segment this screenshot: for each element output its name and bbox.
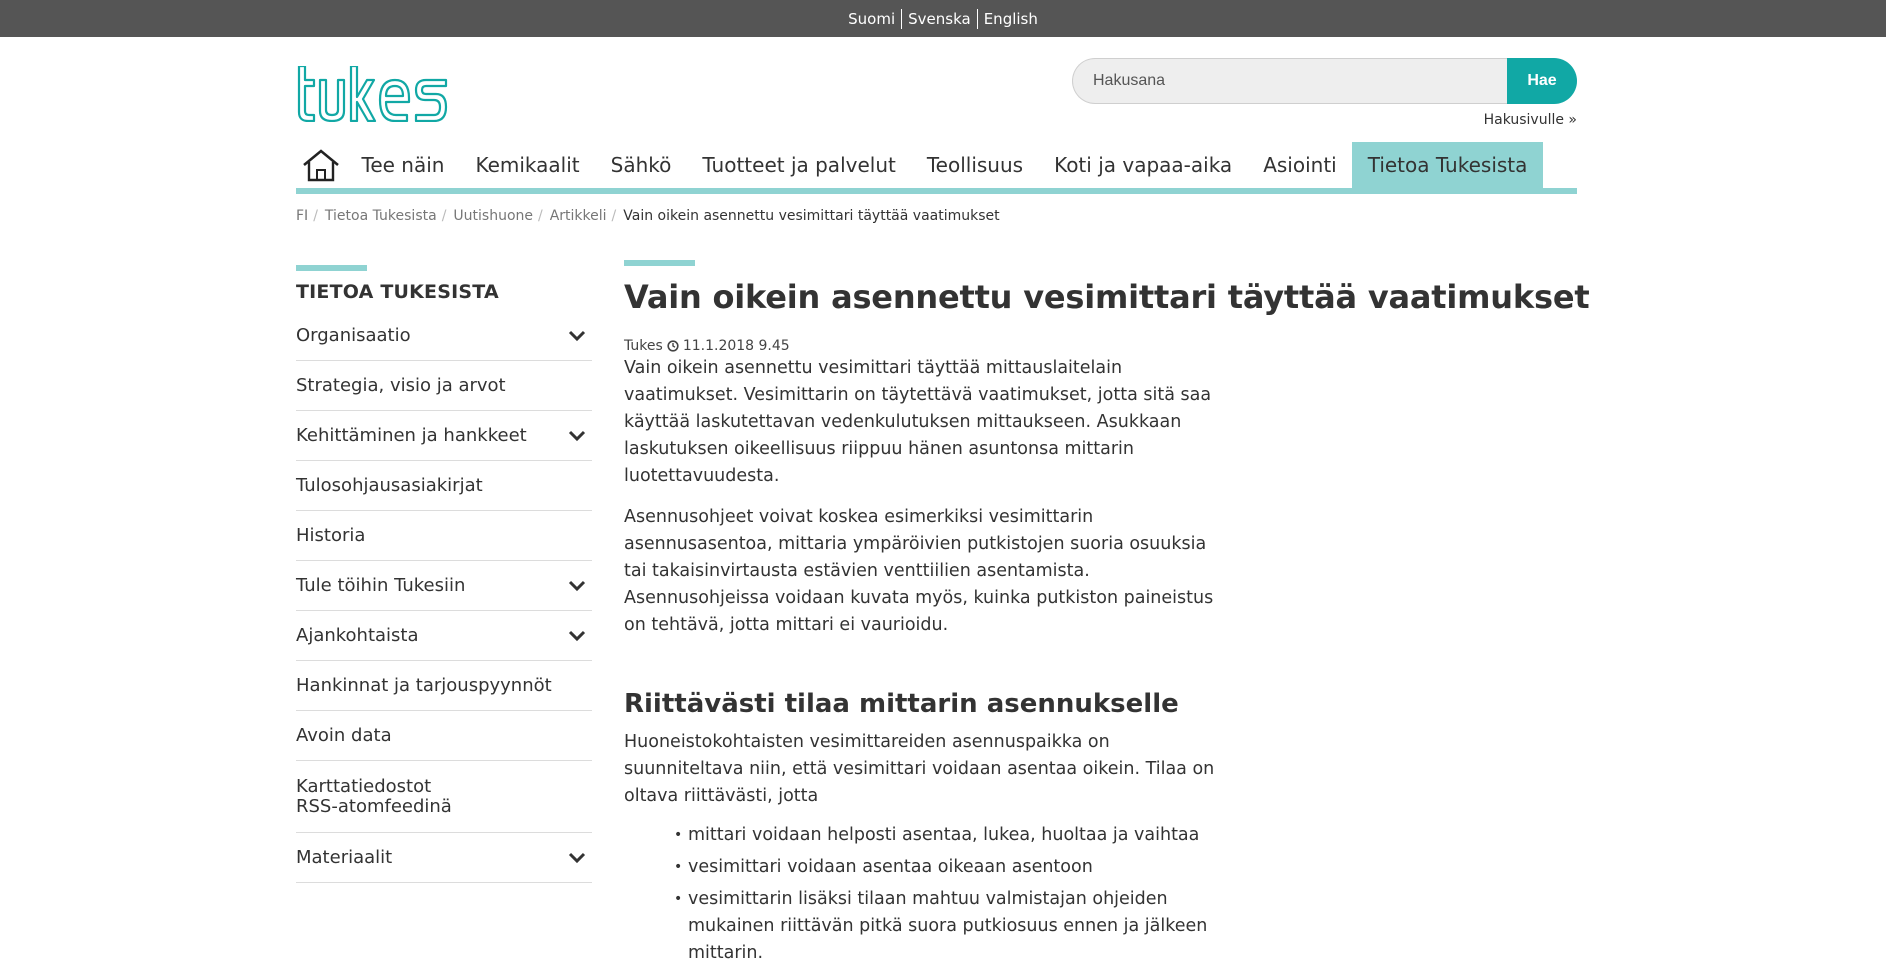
sidebar-item-tule-toihin[interactable]: Tule töihin Tukesiin <box>296 561 592 611</box>
lang-link-english[interactable]: English <box>976 8 1044 29</box>
search-page-link[interactable]: Hakusivulle » <box>1484 112 1577 128</box>
nav-item-teollisuus[interactable]: Teollisuus <box>911 142 1038 188</box>
breadcrumb-item[interactable]: Artikkeli <box>550 208 607 224</box>
nav-item-kemikaalit[interactable]: Kemikaalit <box>460 142 595 188</box>
list-item: vesimittarin lisäksi tilaan mahtuu valmi… <box>674 886 1234 967</box>
nav-home-button[interactable] <box>296 142 346 188</box>
article-author: Tukes <box>624 338 663 354</box>
nav-item-tee-nain[interactable]: Tee näin <box>346 142 460 188</box>
article-subheading: Riittävästi tilaa mittarin asennukselle <box>624 689 1179 719</box>
sidebar-title: TIETOA TUKESISTA <box>296 281 499 303</box>
article: Vain oikein asennettu vesimittari täyttä… <box>624 260 1590 972</box>
breadcrumb-item[interactable]: FI <box>296 208 308 224</box>
breadcrumb-item[interactable]: Uutishuone <box>453 208 533 224</box>
tukes-logo[interactable] <box>296 66 448 122</box>
search-input[interactable] <box>1072 58 1507 104</box>
sidebar-item-kehittaminen[interactable]: Kehittäminen ja hankkeet <box>296 411 592 461</box>
search-button[interactable]: Hae <box>1507 58 1577 104</box>
chevron-down-icon[interactable] <box>562 330 592 342</box>
list-item: mittari voidaan helposti asentaa, lukea,… <box>674 822 1234 849</box>
sidebar-item-label: Tulosohjausasiakirjat <box>296 475 483 496</box>
sidebar: TIETOA TUKESISTA Organisaatio Strategia,… <box>296 265 592 883</box>
breadcrumb-separator: / <box>538 208 543 224</box>
sidebar-item-label: Karttatiedostot RSS-atomfeedinä <box>296 775 452 817</box>
sidebar-item-tulosohjausasiakirjat[interactable]: Tulosohjausasiakirjat <box>296 461 592 511</box>
breadcrumb-current: Vain oikein asennettu vesimittari täyttä… <box>623 208 1000 224</box>
article-paragraph: Huoneistokohtaisten vesimittareiden asen… <box>624 732 1215 806</box>
nav-item-tuotteet-ja-palvelut[interactable]: Tuotteet ja palvelut <box>687 142 911 188</box>
chevron-down-icon[interactable] <box>562 580 592 592</box>
language-bar: Suomi Svenska English <box>0 0 1886 37</box>
main-navigation: Tee näin Kemikaalit Sähkö Tuotteet ja pa… <box>296 142 1577 194</box>
lang-link-suomi[interactable]: Suomi <box>842 9 901 29</box>
sidebar-item-label: Strategia, visio ja arvot <box>296 375 506 396</box>
breadcrumb-item[interactable]: Tietoa Tukesista <box>325 208 437 224</box>
clock-icon <box>667 340 679 352</box>
article-title: Vain oikein asennettu vesimittari täyttä… <box>624 278 1590 316</box>
lang-link-svenska[interactable]: Svenska <box>901 8 977 29</box>
breadcrumb-separator: / <box>611 208 617 224</box>
breadcrumb-separator: / <box>313 208 318 224</box>
sidebar-item-label: Avoin data <box>296 725 392 746</box>
chevron-down-icon[interactable] <box>562 630 592 642</box>
sidebar-item-avoin-data[interactable]: Avoin data <box>296 711 592 761</box>
list-item: vesimittari voidaan asentaa oikeaan asen… <box>674 854 1234 881</box>
search-form: Hae <box>1072 58 1577 104</box>
article-bullet-list: mittari voidaan helposti asentaa, lukea,… <box>624 822 1234 967</box>
sidebar-item-label: Hankinnat ja tarjouspyynnöt <box>296 675 552 696</box>
sidebar-item-karttatiedostot[interactable]: Karttatiedostot RSS-atomfeedinä <box>296 761 592 833</box>
nav-item-asiointi[interactable]: Asiointi <box>1248 142 1353 188</box>
chevron-down-icon[interactable] <box>562 852 592 864</box>
sidebar-item-materiaalit[interactable]: Materiaalit <box>296 833 592 883</box>
sidebar-item-organisaatio[interactable]: Organisaatio <box>296 311 592 361</box>
sidebar-item-historia[interactable]: Historia <box>296 511 592 561</box>
article-meta: Tukes 11.1.2018 9.45 <box>624 338 1234 354</box>
home-icon <box>303 149 339 182</box>
breadcrumb: FI / Tietoa Tukesista / Uutishuone / Artikk… <box>296 208 1000 224</box>
sidebar-list: Organisaatio Strategia, visio ja arvot K… <box>296 311 592 883</box>
article-paragraph: Asennusohjeet voivat koskea esimerkiksi … <box>624 507 1214 635</box>
nav-item-sahko[interactable]: Sähkö <box>595 142 687 188</box>
sidebar-item-label: Historia <box>296 525 366 546</box>
breadcrumb-separator: / <box>441 208 447 224</box>
sidebar-item-label: Materiaalit <box>296 847 393 868</box>
sidebar-item-label: Kehittäminen ja hankkeet <box>296 425 527 446</box>
chevron-down-icon[interactable] <box>562 430 592 442</box>
article-accent-bar <box>624 260 695 266</box>
sidebar-item-strategia[interactable]: Strategia, visio ja arvot <box>296 361 592 411</box>
article-paragraph: Vain oikein asennettu vesimittari täyttä… <box>624 358 1212 486</box>
nav-item-koti-ja-vapaa-aika[interactable]: Koti ja vapaa-aika <box>1039 142 1248 188</box>
sidebar-accent-bar <box>296 265 367 271</box>
article-date: 11.1.2018 9.45 <box>682 338 790 354</box>
sidebar-item-label: Organisaatio <box>296 325 411 346</box>
sidebar-item-label: Ajankohtaista <box>296 625 419 646</box>
sidebar-item-label: Tule töihin Tukesiin <box>296 575 466 596</box>
sidebar-item-ajankohtaista[interactable]: Ajankohtaista <box>296 611 592 661</box>
sidebar-item-hankinnat[interactable]: Hankinnat ja tarjouspyynnöt <box>296 661 592 711</box>
nav-item-tietoa-tukesista[interactable]: Tietoa Tukesista <box>1352 142 1543 188</box>
